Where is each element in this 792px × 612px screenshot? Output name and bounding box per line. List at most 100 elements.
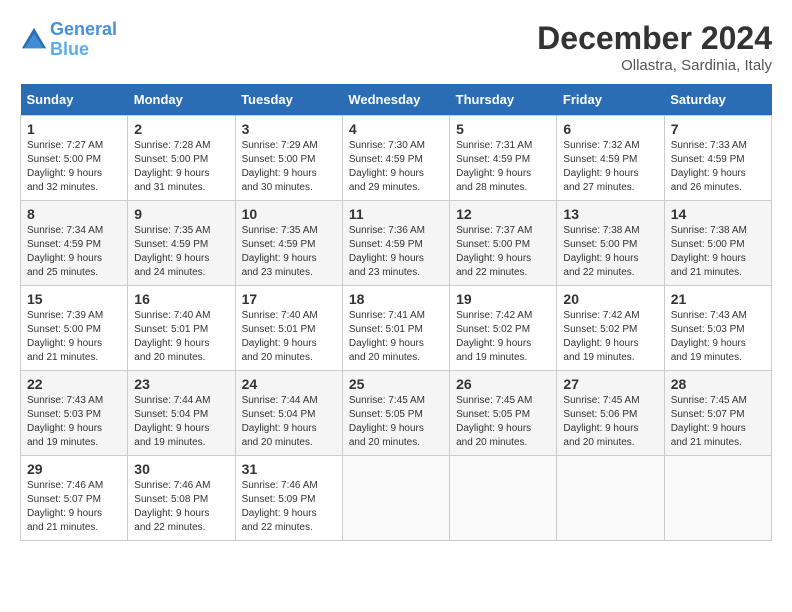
day-number: 29 <box>27 461 121 477</box>
page-header: GeneralBlue December 2024 Ollastra, Sard… <box>20 20 772 74</box>
calendar-cell: 18 Sunrise: 7:41 AM Sunset: 5:01 PM Dayli… <box>342 286 449 371</box>
day-info: Sunrise: 7:42 AM Sunset: 5:02 PM Dayligh… <box>563 309 657 365</box>
day-number: 11 <box>349 206 443 222</box>
day-info: Sunrise: 7:43 AM Sunset: 5:03 PM Dayligh… <box>27 394 121 450</box>
calendar-cell: 23 Sunrise: 7:44 AM Sunset: 5:04 PM Dayli… <box>128 371 235 456</box>
day-info: Sunrise: 7:34 AM Sunset: 4:59 PM Dayligh… <box>27 224 121 280</box>
calendar-cell: 7 Sunrise: 7:33 AM Sunset: 4:59 PM Daylig… <box>664 116 771 201</box>
day-number: 8 <box>27 206 121 222</box>
day-info: Sunrise: 7:44 AM Sunset: 5:04 PM Dayligh… <box>134 394 228 450</box>
calendar-week-5: 29Sunrise: 7:46 AM Sunset: 5:07 PM Dayli… <box>21 456 772 541</box>
day-number: 19 <box>456 291 550 307</box>
month-title: December 2024 <box>537 20 772 57</box>
day-info: Sunrise: 7:40 AM Sunset: 5:01 PM Dayligh… <box>242 309 336 365</box>
calendar-cell: 12 Sunrise: 7:37 AM Sunset: 5:00 PM Dayli… <box>450 201 557 286</box>
calendar-body: 1 Sunrise: 7:27 AM Sunset: 5:00 PM Daylig… <box>21 116 772 541</box>
day-info: Sunrise: 7:45 AM Sunset: 5:06 PM Dayligh… <box>563 394 657 450</box>
calendar-cell: 8 Sunrise: 7:34 AM Sunset: 4:59 PM Daylig… <box>21 201 128 286</box>
calendar-cell: 26Sunrise: 7:45 AM Sunset: 5:05 PM Dayli… <box>450 371 557 456</box>
calendar-cell <box>450 456 557 541</box>
day-number: 17 <box>242 291 336 307</box>
day-info: Sunrise: 7:38 AM Sunset: 5:00 PM Dayligh… <box>563 224 657 280</box>
day-info: Sunrise: 7:33 AM Sunset: 4:59 PM Dayligh… <box>671 139 765 195</box>
day-info: Sunrise: 7:41 AM Sunset: 5:01 PM Dayligh… <box>349 309 443 365</box>
calendar-header-row: SundayMondayTuesdayWednesdayThursdayFrid… <box>21 84 772 116</box>
day-number: 24 <box>242 376 336 392</box>
day-number: 5 <box>456 121 550 137</box>
day-number: 1 <box>27 121 121 137</box>
title-block: December 2024 Ollastra, Sardinia, Italy <box>537 20 772 74</box>
calendar-cell: 1 Sunrise: 7:27 AM Sunset: 5:00 PM Daylig… <box>21 116 128 201</box>
day-info: Sunrise: 7:28 AM Sunset: 5:00 PM Dayligh… <box>134 139 228 195</box>
day-number: 3 <box>242 121 336 137</box>
calendar-cell <box>557 456 664 541</box>
location: Ollastra, Sardinia, Italy <box>537 57 772 74</box>
calendar-cell: 11Sunrise: 7:36 AM Sunset: 4:59 PM Dayli… <box>342 201 449 286</box>
day-number: 18 <box>349 291 443 307</box>
day-info: Sunrise: 7:42 AM Sunset: 5:02 PM Dayligh… <box>456 309 550 365</box>
calendar-table: SundayMondayTuesdayWednesdayThursdayFrid… <box>20 84 772 541</box>
day-number: 21 <box>671 291 765 307</box>
day-number: 28 <box>671 376 765 392</box>
logo: GeneralBlue <box>20 20 117 60</box>
day-number: 4 <box>349 121 443 137</box>
calendar-cell: 9 Sunrise: 7:35 AM Sunset: 4:59 PM Daylig… <box>128 201 235 286</box>
day-number: 7 <box>671 121 765 137</box>
column-header-tuesday: Tuesday <box>235 84 342 116</box>
day-info: Sunrise: 7:32 AM Sunset: 4:59 PM Dayligh… <box>563 139 657 195</box>
calendar-cell: 16 Sunrise: 7:40 AM Sunset: 5:01 PM Dayli… <box>128 286 235 371</box>
column-header-monday: Monday <box>128 84 235 116</box>
day-number: 22 <box>27 376 121 392</box>
calendar-cell: 27 Sunrise: 7:45 AM Sunset: 5:06 PM Dayli… <box>557 371 664 456</box>
calendar-week-1: 1 Sunrise: 7:27 AM Sunset: 5:00 PM Daylig… <box>21 116 772 201</box>
calendar-cell <box>664 456 771 541</box>
day-number: 16 <box>134 291 228 307</box>
day-number: 10 <box>242 206 336 222</box>
day-number: 12 <box>456 206 550 222</box>
day-info: Sunrise: 7:44 AM Sunset: 5:04 PM Dayligh… <box>242 394 336 450</box>
calendar-cell: 4 Sunrise: 7:30 AM Sunset: 4:59 PM Daylig… <box>342 116 449 201</box>
calendar-cell: 30 Sunrise: 7:46 AM Sunset: 5:08 PM Dayli… <box>128 456 235 541</box>
calendar-cell: 31Sunrise: 7:46 AM Sunset: 5:09 PM Dayli… <box>235 456 342 541</box>
day-number: 6 <box>563 121 657 137</box>
column-header-friday: Friday <box>557 84 664 116</box>
day-info: Sunrise: 7:45 AM Sunset: 5:07 PM Dayligh… <box>671 394 765 450</box>
calendar-cell: 24 Sunrise: 7:44 AM Sunset: 5:04 PM Dayli… <box>235 371 342 456</box>
day-number: 30 <box>134 461 228 477</box>
day-info: Sunrise: 7:35 AM Sunset: 4:59 PM Dayligh… <box>134 224 228 280</box>
day-number: 9 <box>134 206 228 222</box>
day-info: Sunrise: 7:27 AM Sunset: 5:00 PM Dayligh… <box>27 139 121 195</box>
day-info: Sunrise: 7:31 AM Sunset: 4:59 PM Dayligh… <box>456 139 550 195</box>
day-info: Sunrise: 7:45 AM Sunset: 5:05 PM Dayligh… <box>349 394 443 450</box>
calendar-cell: 15Sunrise: 7:39 AM Sunset: 5:00 PM Dayli… <box>21 286 128 371</box>
day-number: 13 <box>563 206 657 222</box>
day-number: 23 <box>134 376 228 392</box>
day-info: Sunrise: 7:38 AM Sunset: 5:00 PM Dayligh… <box>671 224 765 280</box>
day-number: 2 <box>134 121 228 137</box>
day-info: Sunrise: 7:37 AM Sunset: 5:00 PM Dayligh… <box>456 224 550 280</box>
column-header-saturday: Saturday <box>664 84 771 116</box>
day-number: 26 <box>456 376 550 392</box>
column-header-sunday: Sunday <box>21 84 128 116</box>
calendar-week-2: 8 Sunrise: 7:34 AM Sunset: 4:59 PM Daylig… <box>21 201 772 286</box>
day-number: 27 <box>563 376 657 392</box>
calendar-cell: 3Sunrise: 7:29 AM Sunset: 5:00 PM Daylig… <box>235 116 342 201</box>
calendar-cell <box>342 456 449 541</box>
calendar-cell: 19 Sunrise: 7:42 AM Sunset: 5:02 PM Dayli… <box>450 286 557 371</box>
logo-icon <box>20 26 48 54</box>
calendar-cell: 10 Sunrise: 7:35 AM Sunset: 4:59 PM Dayli… <box>235 201 342 286</box>
calendar-cell: 6 Sunrise: 7:32 AM Sunset: 4:59 PM Daylig… <box>557 116 664 201</box>
calendar-cell: 20 Sunrise: 7:42 AM Sunset: 5:02 PM Dayli… <box>557 286 664 371</box>
calendar-week-4: 22 Sunrise: 7:43 AM Sunset: 5:03 PM Dayli… <box>21 371 772 456</box>
column-header-wednesday: Wednesday <box>342 84 449 116</box>
column-header-thursday: Thursday <box>450 84 557 116</box>
day-info: Sunrise: 7:35 AM Sunset: 4:59 PM Dayligh… <box>242 224 336 280</box>
day-info: Sunrise: 7:30 AM Sunset: 4:59 PM Dayligh… <box>349 139 443 195</box>
day-info: Sunrise: 7:43 AM Sunset: 5:03 PM Dayligh… <box>671 309 765 365</box>
day-info: Sunrise: 7:46 AM Sunset: 5:08 PM Dayligh… <box>134 479 228 535</box>
calendar-cell: 21 Sunrise: 7:43 AM Sunset: 5:03 PM Dayli… <box>664 286 771 371</box>
day-info: Sunrise: 7:40 AM Sunset: 5:01 PM Dayligh… <box>134 309 228 365</box>
day-number: 20 <box>563 291 657 307</box>
calendar-cell: 2 Sunrise: 7:28 AM Sunset: 5:00 PM Daylig… <box>128 116 235 201</box>
day-info: Sunrise: 7:46 AM Sunset: 5:09 PM Dayligh… <box>242 479 336 535</box>
